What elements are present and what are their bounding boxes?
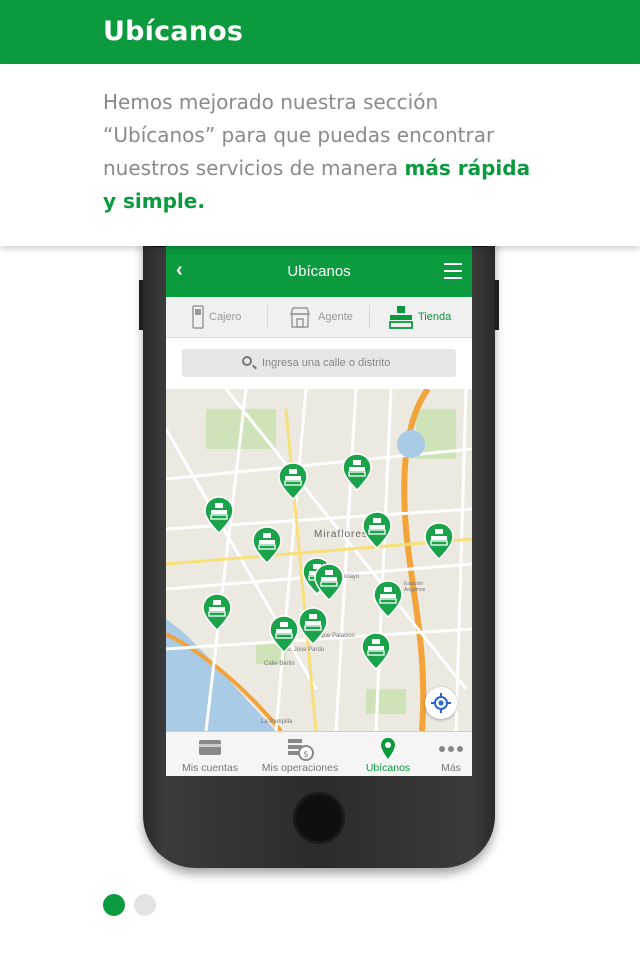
store-pin[interactable]	[362, 511, 392, 550]
nav-ubicanos[interactable]: Ubícanos	[346, 732, 430, 776]
nav-mis-operaciones[interactable]: $ Mis operaciones	[254, 732, 346, 776]
more-dots-icon	[439, 746, 463, 752]
map-view[interactable]: Miraflores Calle Chiclayo Av. Jose Pardo…	[166, 389, 472, 731]
phone-side-button-left	[139, 280, 143, 330]
page-dot[interactable]	[134, 894, 156, 916]
bottom-nav: Mis cuentas $ Mis operaciones Ubícanos M…	[166, 731, 472, 776]
location-pin-icon	[381, 738, 395, 759]
map-label: Miraflores	[314, 529, 368, 540]
search-placeholder: Ingresa una calle o distrito	[262, 357, 391, 369]
search-icon	[242, 356, 252, 366]
store-pin[interactable]	[342, 453, 372, 492]
nav-mis-cuentas[interactable]: Mis cuentas	[166, 732, 254, 776]
store-pin[interactable]	[314, 563, 344, 602]
store-pin[interactable]	[269, 615, 299, 654]
store-icon	[289, 307, 311, 328]
store-pin[interactable]	[373, 580, 403, 619]
phone-screen: ‹ Ubícanos Cajero Agente Tienda Ingresa …	[166, 246, 472, 776]
tab-label: Agente	[318, 311, 353, 323]
store-pin[interactable]	[361, 632, 391, 671]
tab-cajero[interactable]: Cajero	[166, 297, 268, 337]
tab-tienda[interactable]: Tienda	[370, 297, 472, 337]
location-type-tabs: Cajero Agente Tienda	[166, 297, 472, 338]
svg-text:$: $	[303, 750, 309, 760]
crosshair-location-icon	[431, 693, 451, 713]
nav-label: Mis operaciones	[261, 762, 339, 774]
app-title: Ubícanos	[287, 263, 351, 280]
search-input[interactable]: Ingresa una calle o distrito	[182, 349, 456, 377]
phone-side-button-right	[495, 280, 499, 330]
tab-agente[interactable]: Agente	[268, 297, 370, 337]
map-label: La Pampilla	[261, 719, 293, 725]
page-dot-active[interactable]	[103, 894, 125, 916]
card-icon	[199, 740, 221, 755]
map-label: Estación Angamos	[404, 581, 426, 593]
store-pin[interactable]	[204, 496, 234, 535]
intro-text: Hemos mejorado nuestra sección “Ubícanos…	[103, 86, 543, 218]
page-title: Ubícanos	[103, 16, 244, 47]
bank-counter-icon	[389, 306, 413, 329]
nav-mas[interactable]: Más	[430, 732, 472, 776]
intro-panel: Hemos mejorado nuestra sección “Ubícanos…	[0, 64, 640, 246]
nav-label: Ubícanos	[365, 762, 411, 774]
atm-icon	[192, 305, 204, 329]
nav-label: Mis cuentas	[181, 762, 239, 774]
tab-label: Cajero	[209, 311, 242, 323]
tab-label: Tienda	[418, 311, 452, 323]
list-view-icon[interactable]	[444, 263, 462, 281]
app-bar: ‹ Ubícanos	[166, 246, 472, 297]
my-location-button[interactable]	[425, 687, 457, 719]
store-pin[interactable]	[278, 462, 308, 501]
store-pin[interactable]	[202, 593, 232, 632]
store-pin[interactable]	[424, 522, 454, 561]
store-pin[interactable]	[298, 607, 328, 646]
top-header-bar: Ubícanos	[0, 0, 640, 64]
store-pin[interactable]	[252, 526, 282, 565]
nav-label: Más	[441, 762, 461, 774]
coins-icon: $	[288, 739, 314, 761]
map-label: Calle Berlin	[264, 661, 295, 667]
phone-home-button	[293, 792, 345, 844]
